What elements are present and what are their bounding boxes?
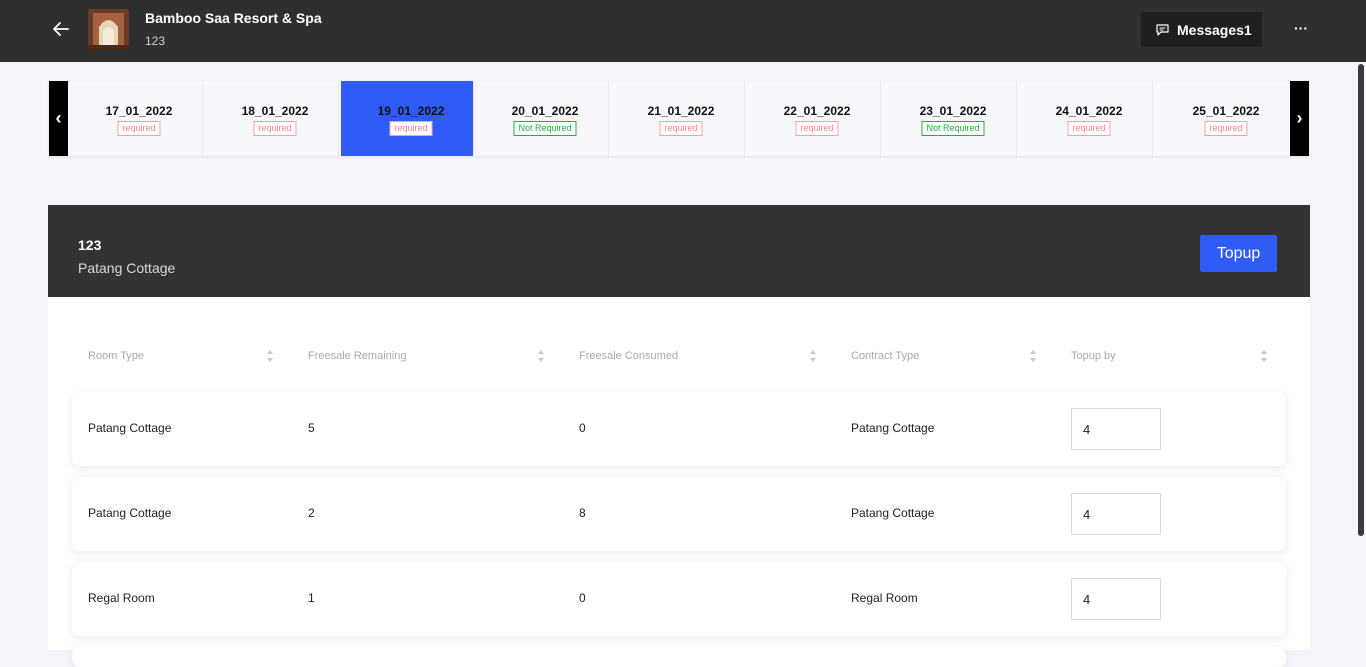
date-label: 23_01_2022 <box>919 104 987 118</box>
date-label: 18_01_2022 <box>241 104 309 118</box>
date-label: 25_01_2022 <box>1192 104 1260 118</box>
card-code: 123 <box>78 237 102 253</box>
freesale-remaining-cell: 2 <box>308 506 315 520</box>
room-type-cell: Regal Room <box>88 591 155 605</box>
sort-icon[interactable] <box>809 349 817 363</box>
contract-type-cell: Patang Cottage <box>851 421 935 435</box>
date-label: 22_01_2022 <box>783 104 851 118</box>
freesale-consumed-cell: 8 <box>579 506 586 520</box>
freesale-consumed-cell: 0 <box>579 591 586 605</box>
sort-icon[interactable] <box>1260 349 1268 363</box>
room-type-cell: Patang Cottage <box>88 421 172 435</box>
topup-input[interactable] <box>1071 578 1161 620</box>
column-header-contract-type[interactable]: Contract Type <box>851 350 919 362</box>
status-badge: Not Required <box>921 121 985 136</box>
date-cell-19-01-2022[interactable]: 19_01_2022 required <box>341 81 474 156</box>
status-badge: required <box>1204 121 1248 136</box>
column-header-freesale-remaining[interactable]: Freesale Remaining <box>308 350 406 362</box>
date-label: 21_01_2022 <box>647 104 715 118</box>
freesale-remaining-cell: 1 <box>308 591 315 605</box>
status-badge: required <box>659 121 703 136</box>
status-badge: required <box>795 121 839 136</box>
hotel-thumbnail <box>88 9 129 50</box>
freesale-consumed-cell: 0 <box>579 421 586 435</box>
hotel-code: 123 <box>145 34 166 48</box>
status-badge: required <box>389 121 433 136</box>
sort-icon[interactable] <box>1029 349 1037 363</box>
status-badge: Not Required <box>513 121 577 136</box>
date-cell-24-01-2022[interactable]: 24_01_2022 required <box>1018 81 1153 156</box>
table-row <box>72 647 1286 667</box>
room-type-cell: Patang Cottage <box>88 506 172 520</box>
date-cell-17-01-2022[interactable]: 17_01_2022 required <box>68 81 203 156</box>
freesale-remaining-cell: 5 <box>308 421 315 435</box>
status-badge: required <box>117 121 161 136</box>
messages-button[interactable]: Messages1 <box>1141 12 1262 47</box>
date-cell-22-01-2022[interactable]: 22_01_2022 required <box>746 81 881 156</box>
status-badge: required <box>1067 121 1111 136</box>
topup-input[interactable] <box>1071 493 1161 535</box>
card-room-name: Patang Cottage <box>78 260 176 276</box>
more-options-icon[interactable]: ··· <box>1290 18 1312 40</box>
card-header: 123 Patang Cottage Topup <box>48 205 1310 297</box>
inventory-card: 123 Patang Cottage Topup Room Type Frees… <box>48 205 1310 667</box>
date-strip: ‹ 17_01_2022 required 18_01_2022 require… <box>49 81 1309 156</box>
date-cell-21-01-2022[interactable]: 21_01_2022 required <box>610 81 745 156</box>
date-cell-20-01-2022[interactable]: 20_01_2022 Not Required <box>474 81 609 156</box>
table-row: Patang Cottage 2 8 Patang Cottage <box>72 477 1286 551</box>
sort-icon[interactable] <box>537 349 545 363</box>
hotel-name: Bamboo Saa Resort & Spa <box>145 10 322 26</box>
date-cell-18-01-2022[interactable]: 18_01_2022 required <box>204 81 339 156</box>
date-label: 24_01_2022 <box>1055 104 1123 118</box>
sort-icon[interactable] <box>266 349 274 363</box>
date-label: 20_01_2022 <box>511 104 579 118</box>
date-label: 17_01_2022 <box>105 104 173 118</box>
contract-type-cell: Regal Room <box>851 591 918 605</box>
topup-input[interactable] <box>1071 408 1161 450</box>
table-row: Regal Room 1 0 Regal Room <box>72 562 1286 636</box>
date-cell-23-01-2022[interactable]: 23_01_2022 Not Required <box>882 81 1017 156</box>
column-header-room-type[interactable]: Room Type <box>88 350 144 362</box>
messages-label: Messages1 <box>1177 21 1252 38</box>
scrollbar-thumb[interactable] <box>1358 64 1364 536</box>
contract-type-cell: Patang Cottage <box>851 506 935 520</box>
date-label: 19_01_2022 <box>377 104 445 118</box>
prev-date-button[interactable]: ‹ <box>49 81 68 156</box>
top-bar: Bamboo Saa Resort & Spa 123 Messages1 ··… <box>0 0 1366 62</box>
date-cell-25-01-2022[interactable]: 25_01_2022 required <box>1154 81 1290 156</box>
next-date-button[interactable]: › <box>1290 81 1309 156</box>
column-header-topup-by[interactable]: Topup by <box>1071 350 1116 362</box>
table-row: Patang Cottage 5 0 Patang Cottage <box>72 392 1286 466</box>
chat-icon <box>1156 23 1169 36</box>
status-badge: required <box>253 121 297 136</box>
column-header-freesale-consumed[interactable]: Freesale Consumed <box>579 350 678 362</box>
back-arrow-icon[interactable] <box>50 18 72 40</box>
topup-button[interactable]: Topup <box>1200 235 1277 272</box>
